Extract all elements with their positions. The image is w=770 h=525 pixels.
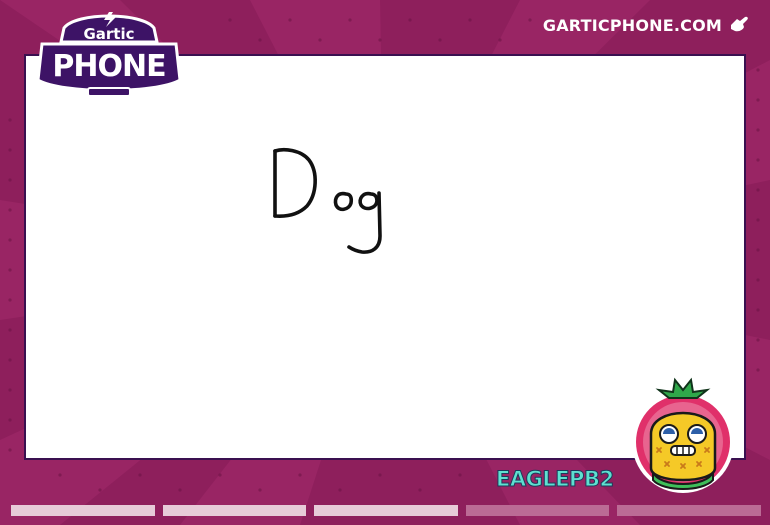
progress-segment bbox=[11, 505, 155, 516]
site-link[interactable]: GARTICPHONE.COM bbox=[543, 16, 722, 35]
progress-segment bbox=[465, 505, 610, 516]
progress-segment bbox=[617, 505, 761, 516]
gartic-phone-logo: Gartic PHONE bbox=[36, 12, 182, 97]
hand-pointer-icon bbox=[731, 16, 748, 32]
logo-top-text: Gartic bbox=[83, 25, 134, 43]
progress-segment bbox=[314, 505, 458, 516]
progress-segment bbox=[162, 505, 307, 516]
round-progress-bar bbox=[11, 505, 761, 516]
player-name: EAGLEPB2 bbox=[496, 467, 615, 492]
player-avatar bbox=[632, 377, 734, 493]
logo-main-text: PHONE bbox=[52, 49, 165, 84]
